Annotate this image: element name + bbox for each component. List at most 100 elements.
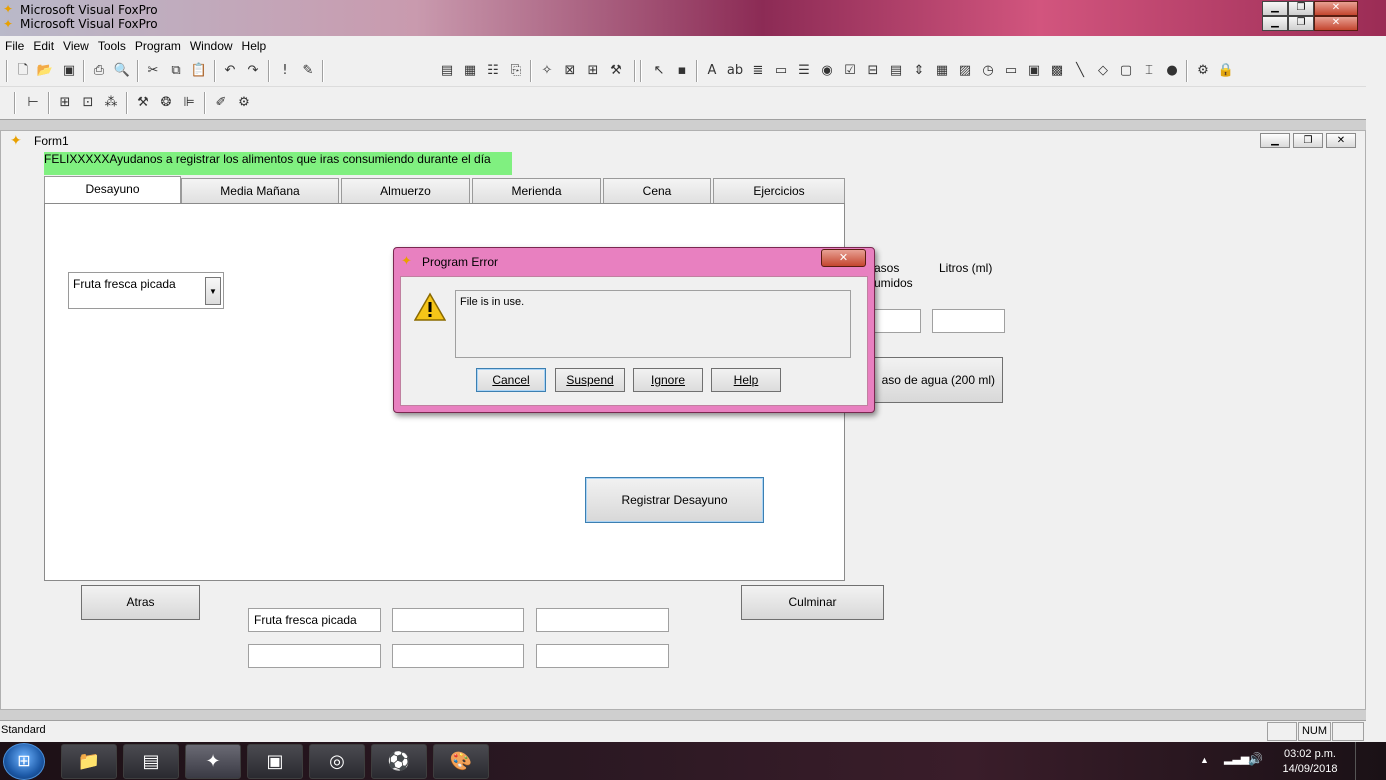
hyperlink-control-icon[interactable]: ● [1163, 62, 1181, 80]
container-control-icon[interactable]: ▢ [1117, 62, 1135, 80]
menu-tools[interactable]: Tools [93, 37, 130, 53]
redo-icon[interactable]: ↷ [244, 62, 262, 80]
restore-button[interactable]: ❐ [1288, 16, 1314, 31]
liters-field[interactable] [932, 309, 1005, 333]
layout-toolbar-icon[interactable]: ⊫ [180, 94, 198, 112]
network-signal-icon[interactable]: ▂▃▅ [1224, 752, 1249, 765]
form-builder-icon[interactable]: ✐ [212, 94, 230, 112]
command-button-control-icon[interactable]: ▭ [772, 62, 790, 80]
print-icon[interactable]: ⎙ [90, 62, 108, 80]
code-window-icon[interactable]: ⁂ [102, 94, 120, 112]
properties-window-icon[interactable]: ⊡ [79, 94, 97, 112]
checkbox-control-icon[interactable]: ☑ [841, 62, 859, 80]
image-control-icon[interactable]: ▨ [956, 62, 974, 80]
food-entry-field[interactable] [392, 608, 524, 632]
pageframe-control-icon[interactable]: ▭ [1002, 62, 1020, 80]
minimize-back-button[interactable]: ▁ [1262, 1, 1288, 16]
listbox-control-icon[interactable]: ▤ [887, 62, 905, 80]
autoformat-icon[interactable]: ⚙ [235, 94, 253, 112]
combobox-control-icon[interactable]: ⊟ [864, 62, 882, 80]
food-entry-field[interactable] [536, 608, 669, 632]
form-close-button[interactable]: ✕ [1326, 133, 1356, 148]
task-pane-icon[interactable]: ⊞ [584, 62, 602, 80]
textbox-control-icon[interactable]: ab [726, 62, 744, 80]
show-desktop-button[interactable] [1355, 742, 1366, 780]
builder-lock-icon[interactable]: ⚙ [1194, 62, 1212, 80]
minimize-button[interactable]: ▁ [1262, 16, 1288, 31]
line-control-icon[interactable]: ╲ [1071, 62, 1089, 80]
cancel-button[interactable]: Cancel [476, 368, 546, 392]
code-icon[interactable]: ⎘ [507, 62, 525, 80]
food-combo[interactable]: Fruta fresca picada ▼ [68, 272, 224, 309]
dialog-close-button[interactable]: ✕ [821, 249, 866, 267]
button-lock-icon[interactable]: 🔒 [1217, 62, 1235, 80]
separator-control-icon[interactable]: ⌶ [1140, 62, 1158, 80]
ignore-button[interactable]: Ignore [633, 368, 703, 392]
tab-order-icon[interactable]: ⊢ [24, 94, 42, 112]
color-palette-icon[interactable]: ❂ [157, 94, 175, 112]
food-entry-field[interactable] [536, 644, 669, 668]
command-group-control-icon[interactable]: ☰ [795, 62, 813, 80]
undo-icon[interactable]: ↶ [221, 62, 239, 80]
new-file-icon[interactable]: 🗋 [14, 62, 32, 80]
chevron-down-icon[interactable]: ▼ [205, 277, 221, 305]
open-folder-icon[interactable]: 📂 [36, 62, 54, 80]
volume-icon[interactable]: 🔊 [1248, 752, 1263, 766]
menu-edit[interactable]: Edit [28, 37, 58, 53]
tab-merienda[interactable]: Merienda [472, 178, 601, 203]
modify-form-icon[interactable]: ✎ [299, 62, 317, 80]
paint-taskbar-icon[interactable]: 🎨 [433, 744, 489, 779]
print-preview-icon[interactable]: 🔍 [113, 62, 131, 80]
food-entry-field[interactable]: Fruta fresca picada [248, 608, 381, 632]
command-window-icon[interactable]: ▤ [438, 62, 456, 80]
tab-desayuno[interactable]: Desayuno [44, 176, 181, 204]
data-environment-icon[interactable]: ⊞ [56, 94, 74, 112]
data-session-icon[interactable]: ▦ [461, 62, 479, 80]
copy-icon[interactable]: ⧉ [167, 62, 185, 80]
menu-help[interactable]: Help [237, 37, 271, 53]
run-icon[interactable]: ! [276, 62, 294, 80]
menu-program[interactable]: Program [130, 37, 185, 53]
tab-media-manana[interactable]: Media Mañana [181, 178, 339, 203]
tab-almuerzo[interactable]: Almuerzo [341, 178, 470, 203]
ole-control-icon[interactable]: ▣ [1025, 62, 1043, 80]
menu-view[interactable]: View [58, 37, 93, 53]
form-controls-toolbar-icon[interactable]: ⚒ [134, 94, 152, 112]
select-pointer-icon[interactable]: ↖ [650, 62, 668, 80]
food-entry-field[interactable] [392, 644, 524, 668]
option-group-control-icon[interactable]: ◉ [818, 62, 836, 80]
shape-control-icon[interactable]: ◇ [1094, 62, 1112, 80]
timer-control-icon[interactable]: ◷ [979, 62, 997, 80]
menu-file[interactable]: File [0, 37, 28, 53]
label-control-icon[interactable]: A [703, 62, 721, 80]
menu-window[interactable]: Window [185, 37, 237, 53]
start-button[interactable]: ⊞ [3, 743, 45, 780]
properties-icon[interactable]: ☷ [484, 62, 502, 80]
food-entry-field[interactable] [248, 644, 381, 668]
foxpro32-taskbar-icon[interactable]: ▣ [247, 744, 303, 779]
ole-bound-control-icon[interactable]: ▩ [1048, 62, 1066, 80]
spinner-control-icon[interactable]: ⇕ [910, 62, 928, 80]
show-hidden-icons-icon[interactable]: ▲ [1200, 755, 1209, 765]
tab-ejercicios[interactable]: Ejercicios [713, 178, 845, 203]
explorer-taskbar-icon[interactable]: 📁 [61, 744, 117, 779]
suspend-button[interactable]: Suspend [555, 368, 625, 392]
object-browser-icon[interactable]: ⊠ [561, 62, 579, 80]
finish-button[interactable]: Culminar [741, 585, 884, 620]
paste-icon[interactable]: 📋 [190, 62, 208, 80]
register-breakfast-button[interactable]: Registrar Desayuno [585, 477, 764, 523]
editbox-control-icon[interactable]: ≣ [749, 62, 767, 80]
taskbar-clock[interactable]: 03:02 p.m. 14/09/2018 [1270, 747, 1350, 777]
class-browser-icon[interactable]: ✧ [538, 62, 556, 80]
toolbox-icon[interactable]: ⚒ [607, 62, 625, 80]
view-classes-icon[interactable]: ▪ [673, 62, 691, 80]
form-restore-button[interactable]: ❐ [1293, 133, 1323, 148]
foxpro-taskbar-icon[interactable]: ✦ [185, 744, 241, 779]
save-icon[interactable]: ▣ [60, 62, 78, 80]
add-water-glass-button[interactable]: aso de agua (200 ml) [863, 357, 1003, 403]
form-minimize-button[interactable]: ▁ [1260, 133, 1290, 148]
psp-taskbar-icon[interactable]: ▤ [123, 744, 179, 779]
close-button[interactable]: ✕ [1314, 16, 1358, 31]
tab-cena[interactable]: Cena [603, 178, 711, 203]
chrome-taskbar-icon[interactable]: ◎ [309, 744, 365, 779]
